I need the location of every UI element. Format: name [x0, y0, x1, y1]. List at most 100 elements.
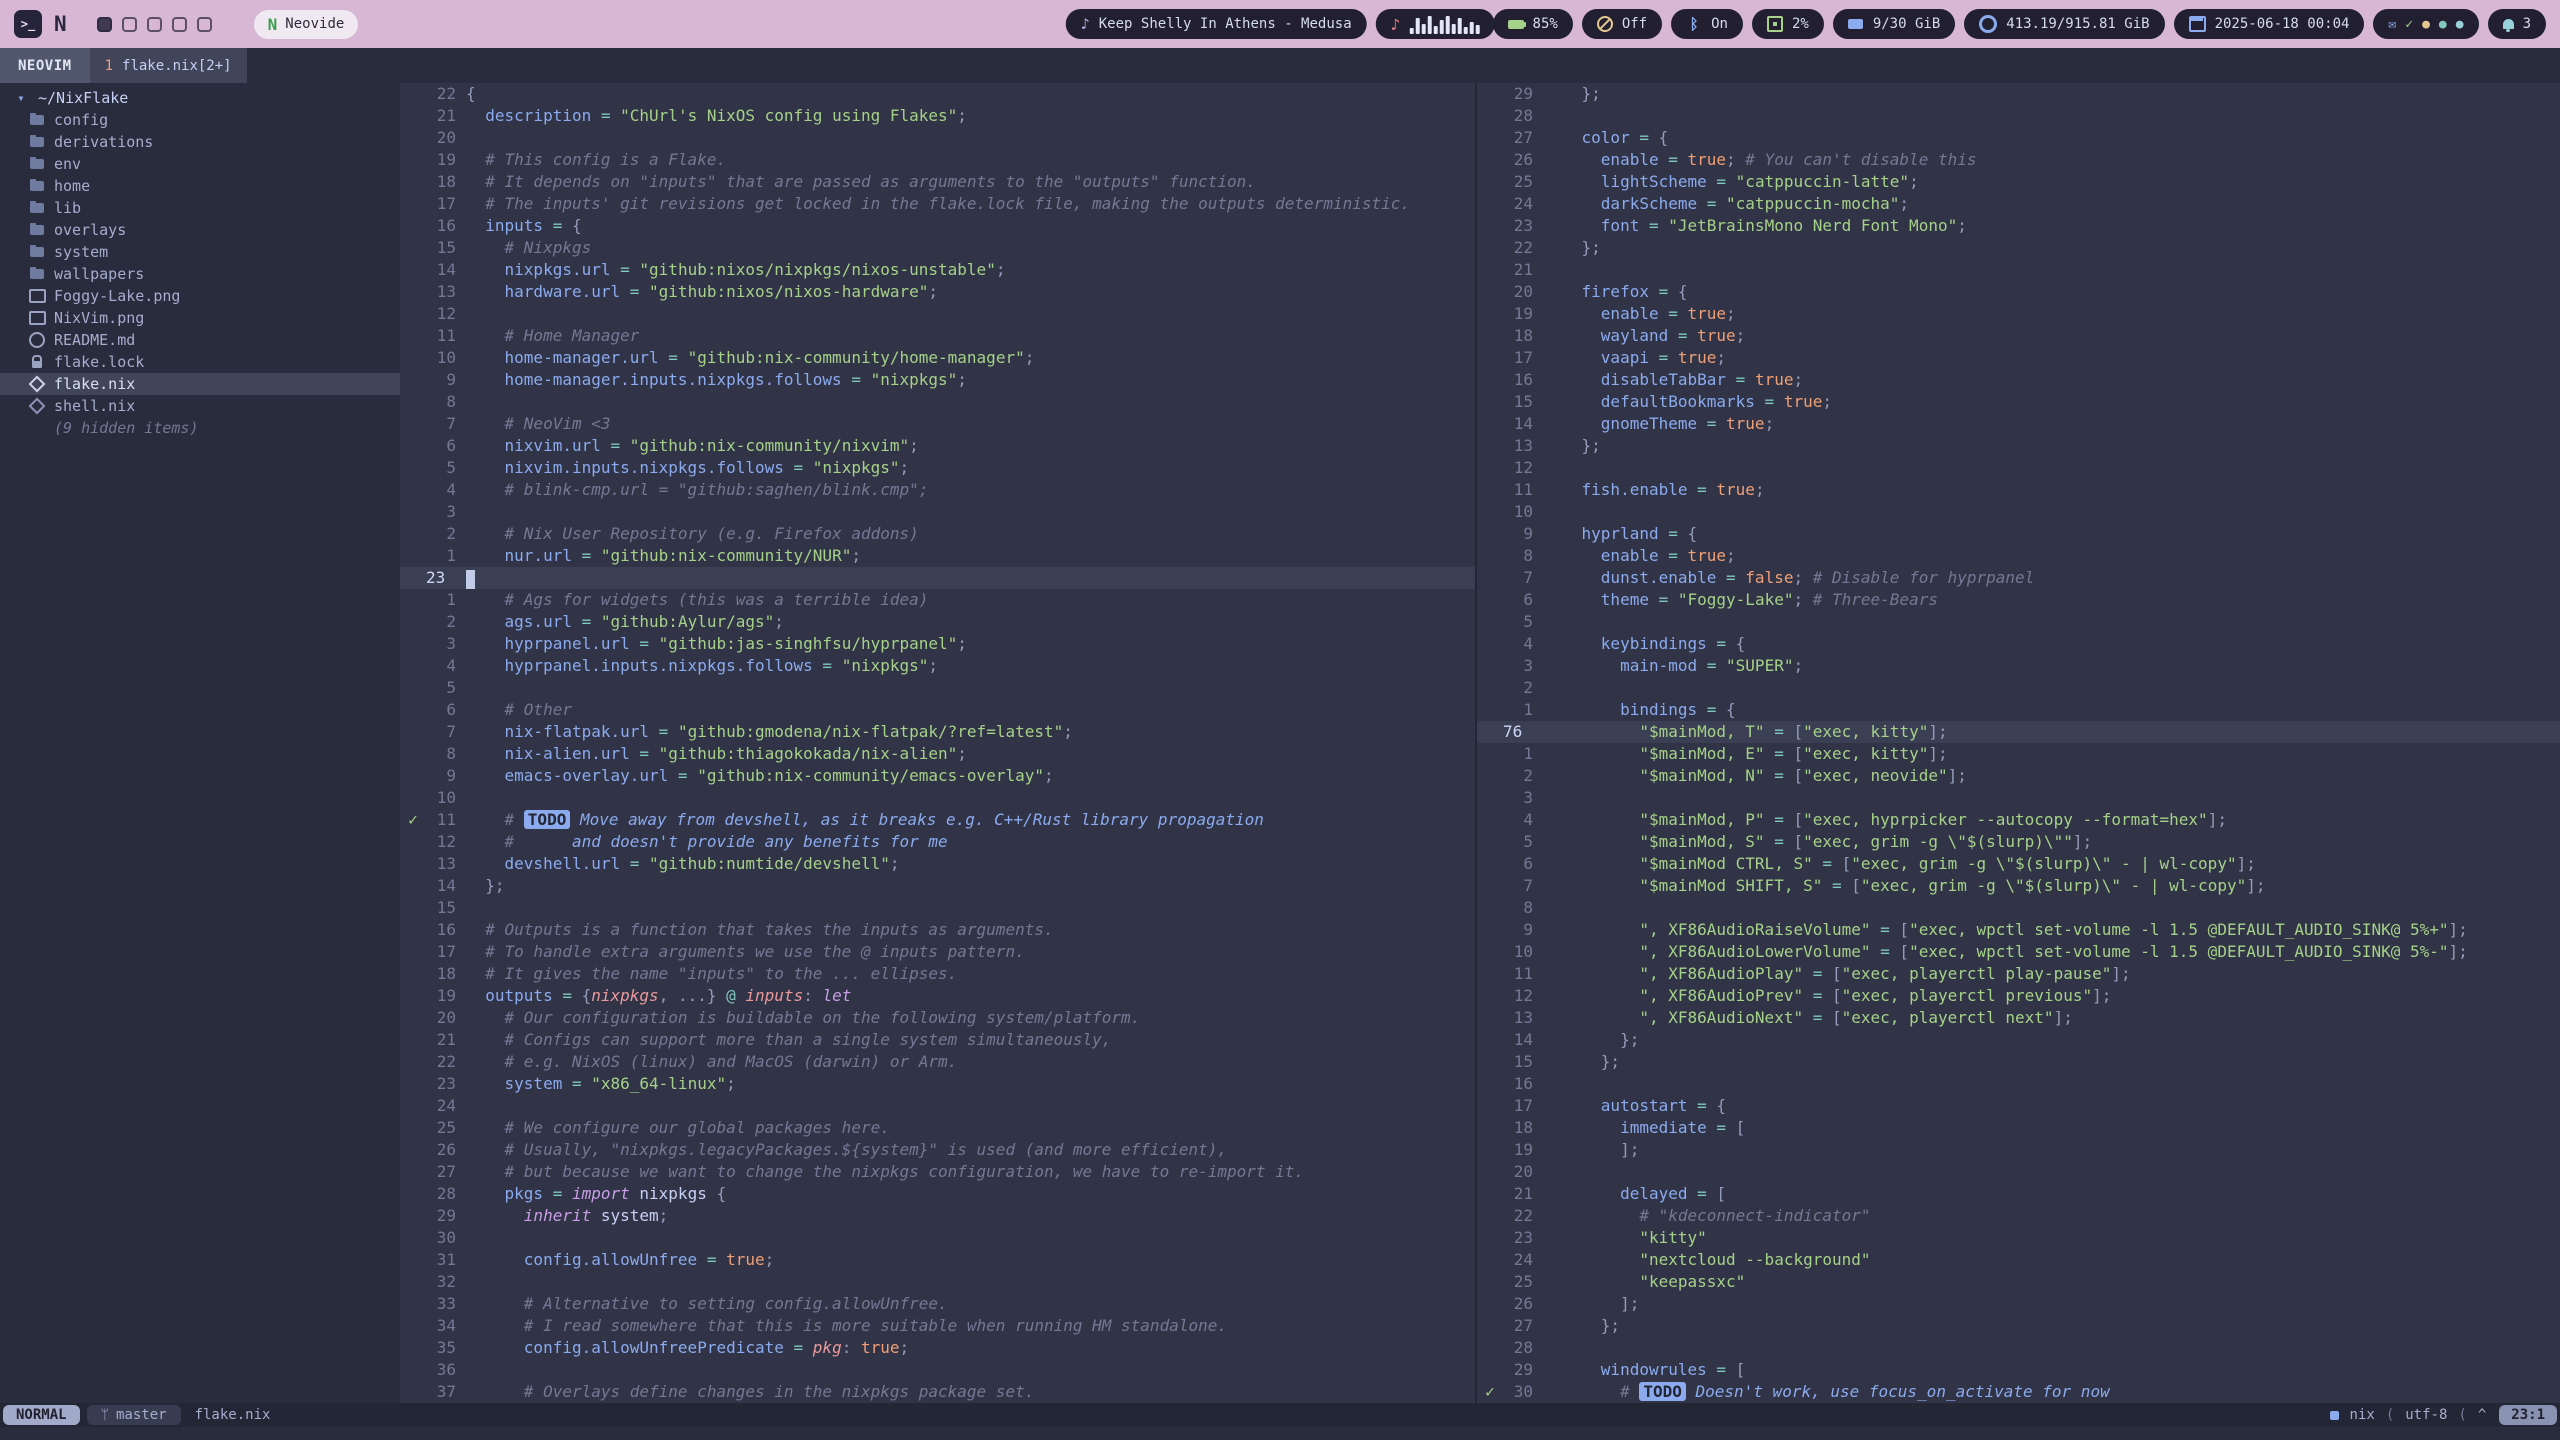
code-line[interactable]: 15 [400, 897, 1475, 919]
mic-pill[interactable]: Off [1582, 9, 1662, 39]
code-line[interactable]: 14 gnomeTheme = true; [1477, 413, 2560, 435]
code-line[interactable]: 29 inherit system; [400, 1205, 1475, 1227]
code-line[interactable]: 8 [400, 391, 1475, 413]
music-visualizer-pill[interactable]: ♪ [1376, 9, 1495, 39]
workspace-3[interactable] [147, 17, 162, 32]
code-line[interactable]: 1 # Ags for widgets (this was a terrible… [400, 589, 1475, 611]
code-line[interactable]: 29 }; [1477, 83, 2560, 105]
code-line[interactable]: 22 # "kdeconnect-indicator" [1477, 1205, 2560, 1227]
code-line[interactable]: 13 }; [1477, 435, 2560, 457]
tree-item-derivations[interactable]: derivations [0, 131, 400, 153]
code-line[interactable]: 8 [1477, 897, 2560, 919]
code-line[interactable]: 11 # Home Manager [400, 325, 1475, 347]
command-line[interactable] [0, 1427, 2560, 1440]
tree-item-home[interactable]: home [0, 175, 400, 197]
tree-item-overlays[interactable]: overlays [0, 219, 400, 241]
code-line[interactable]: 3 [400, 501, 1475, 523]
code-line[interactable]: 15 }; [1477, 1051, 2560, 1073]
code-line[interactable]: 2 ags.url = "github:Aylur/ags"; [400, 611, 1475, 633]
code-line[interactable]: 37 # Overlays define changes in the nixp… [400, 1381, 1475, 1403]
code-line[interactable]: 3 main-mod = "SUPER"; [1477, 655, 2560, 677]
tree-item-flake-lock[interactable]: flake.lock [0, 351, 400, 373]
tab-flake-nix[interactable]: 1 flake.nix[2+] [90, 48, 247, 83]
code-line[interactable]: 17 # The inputs' git revisions get locke… [400, 193, 1475, 215]
code-line[interactable]: 18 immediate = [ [1477, 1117, 2560, 1139]
dot-yellow-icon[interactable]: ● [2422, 17, 2430, 32]
memory-pill[interactable]: 9/30 GiB [1833, 9, 1955, 39]
code-line[interactable]: 25 "keepassxc" [1477, 1271, 2560, 1293]
battery-pill[interactable]: 85% [1493, 9, 1573, 39]
code-line[interactable]: 2 "$mainMod, N" = ["exec, neovide"]; [1477, 765, 2560, 787]
code-line[interactable]: 7 dunst.enable = false; # Disable for hy… [1477, 567, 2560, 589]
cpu-pill[interactable]: 2% [1752, 9, 1824, 39]
code-line[interactable]: 22{ [400, 83, 1475, 105]
code-line[interactable]: ✓11 # TODO Move away from devshell, as i… [400, 809, 1475, 831]
code-line[interactable]: 10 ", XF86AudioLowerVolume" = ["exec, wp… [1477, 941, 2560, 963]
code-line[interactable]: 14 nixpkgs.url = "github:nixos/nixpkgs/n… [400, 259, 1475, 281]
code-line[interactable]: 23 font = "JetBrainsMono Nerd Font Mono"… [1477, 215, 2560, 237]
tree-item-foggy-lake-png[interactable]: Foggy-Lake.png [0, 285, 400, 307]
code-line[interactable]: 17 autostart = { [1477, 1095, 2560, 1117]
now-playing-pill[interactable]: ♪ Keep Shelly In Athens - Medusa [1066, 9, 1367, 39]
code-line[interactable]: 20 [1477, 1161, 2560, 1183]
code-line[interactable]: 33 # Alternative to setting config.allow… [400, 1293, 1475, 1315]
dot-sky-icon[interactable]: ● [2456, 17, 2464, 32]
code-line[interactable]: 7 # NeoVim <3 [400, 413, 1475, 435]
code-line[interactable]: 30 [400, 1227, 1475, 1249]
code-line[interactable]: 2 # Nix User Repository (e.g. Firefox ad… [400, 523, 1475, 545]
code-line[interactable]: 3 hyprpanel.url = "github:jas-singhfsu/h… [400, 633, 1475, 655]
code-line[interactable]: 29 windowrules = [ [1477, 1359, 2560, 1381]
calendar-pill[interactable]: 2025-06-18 00:04 [2174, 9, 2365, 39]
code-line[interactable]: 23 "kitty" [1477, 1227, 2560, 1249]
code-line[interactable]: 19 # This config is a Flake. [400, 149, 1475, 171]
code-line[interactable]: 22 # e.g. NixOS (linux) and MacOS (darwi… [400, 1051, 1475, 1073]
tree-item-shell-nix[interactable]: shell.nix [0, 395, 400, 417]
code-line[interactable]: 12 [400, 303, 1475, 325]
code-line[interactable]: 16 disableTabBar = true; [1477, 369, 2560, 391]
code-line[interactable]: 1 "$mainMod, E" = ["exec, kitty"]; [1477, 743, 2560, 765]
tree-item-nixvim-png[interactable]: NixVim.png [0, 307, 400, 329]
mail-icon[interactable]: ✉ [2388, 17, 2396, 32]
code-line[interactable]: 23 [400, 567, 1475, 589]
code-line[interactable]: 9 home-manager.inputs.nixpkgs.follows = … [400, 369, 1475, 391]
code-line[interactable]: 35 config.allowUnfreePredicate = pkg: tr… [400, 1337, 1475, 1359]
code-line[interactable]: 14 }; [400, 875, 1475, 897]
editor-pane-right[interactable]: 29 };2827 color = {26 enable = true; # Y… [1475, 83, 2560, 1403]
code-line[interactable]: 20 firefox = { [1477, 281, 2560, 303]
code-line[interactable]: 31 config.allowUnfree = true; [400, 1249, 1475, 1271]
code-line[interactable]: 24 [400, 1095, 1475, 1117]
code-line[interactable]: 24 "nextcloud --background" [1477, 1249, 2560, 1271]
editor-pane-left[interactable]: 22{21 description = "ChUrl's NixOS confi… [400, 83, 1475, 1403]
code-line[interactable]: 28 [1477, 1337, 2560, 1359]
workspace-1[interactable] [97, 17, 112, 32]
code-line[interactable]: 22 }; [1477, 237, 2560, 259]
tree-item-env[interactable]: env [0, 153, 400, 175]
code-line[interactable]: 16 [1477, 1073, 2560, 1095]
code-line[interactable]: 18 wayland = true; [1477, 325, 2560, 347]
code-line[interactable]: 16 inputs = { [400, 215, 1475, 237]
disk-pill[interactable]: 413.19/915.81 GiB [1964, 9, 2164, 39]
code-line[interactable]: 4 # blink-cmp.url = "github:saghen/blink… [400, 479, 1475, 501]
code-line[interactable]: 10 [400, 787, 1475, 809]
code-line[interactable]: 21 description = "ChUrl's NixOS config u… [400, 105, 1475, 127]
code-line[interactable]: 17 # To handle extra arguments we use th… [400, 941, 1475, 963]
code-line[interactable]: 16 # Outputs is a function that takes th… [400, 919, 1475, 941]
code-line[interactable]: 12 ", XF86AudioPrev" = ["exec, playerctl… [1477, 985, 2560, 1007]
code-line[interactable]: 9 hyprland = { [1477, 523, 2560, 545]
code-line[interactable]: 32 [400, 1271, 1475, 1293]
workspace-4[interactable] [172, 17, 187, 32]
code-line[interactable]: 6 "$mainMod CTRL, S" = ["exec, grim -g \… [1477, 853, 2560, 875]
tree-item-readme-md[interactable]: README.md [0, 329, 400, 351]
code-line[interactable]: 21 [1477, 259, 2560, 281]
code-line[interactable]: 9 ", XF86AudioRaiseVolume" = ["exec, wpc… [1477, 919, 2560, 941]
code-line[interactable]: 15 defaultBookmarks = true; [1477, 391, 2560, 413]
code-line[interactable]: 17 vaapi = true; [1477, 347, 2560, 369]
code-line[interactable]: 1 bindings = { [1477, 699, 2560, 721]
code-line[interactable]: 27 color = { [1477, 127, 2560, 149]
tree-item-wallpapers[interactable]: wallpapers [0, 263, 400, 285]
tree-item-system[interactable]: system [0, 241, 400, 263]
code-line[interactable]: 28 pkgs = import nixpkgs { [400, 1183, 1475, 1205]
tree-item-flake-nix[interactable]: flake.nix [0, 373, 400, 395]
code-line[interactable]: 8 enable = true; [1477, 545, 2560, 567]
code-line[interactable]: 18 # It gives the name "inputs" to the .… [400, 963, 1475, 985]
